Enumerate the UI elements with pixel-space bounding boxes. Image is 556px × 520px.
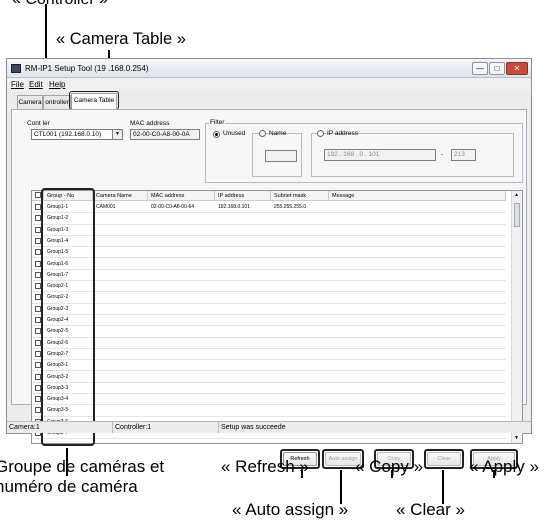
unused-radio[interactable] bbox=[213, 131, 220, 138]
mac-address-cell: 02-00-C0-A8-00-64 bbox=[151, 204, 195, 210]
table-row[interactable]: Group2-2 bbox=[32, 292, 506, 304]
name-label: Name bbox=[269, 130, 287, 137]
menu-help[interactable]: Help bbox=[49, 78, 65, 91]
ip-from-field[interactable]: 192 . 168 . 0 . 101 bbox=[324, 149, 436, 161]
table-row[interactable]: Group3-2 bbox=[32, 372, 506, 383]
ip-to-field[interactable]: 213 bbox=[451, 149, 476, 161]
group-column-highlight bbox=[41, 188, 95, 446]
minimize-button[interactable]: — bbox=[472, 62, 488, 75]
copy-annotation: « Copy » bbox=[355, 457, 424, 476]
ip-range-dash: - bbox=[441, 151, 444, 158]
close-button[interactable]: ✕ bbox=[506, 62, 528, 75]
scroll-up-icon[interactable]: ▲ bbox=[514, 192, 519, 198]
table-row[interactable]: Group2-1 bbox=[32, 281, 506, 293]
chevron-down-icon: ▼ bbox=[112, 130, 122, 139]
clear-pointer-line bbox=[442, 470, 444, 504]
tab-controller[interactable]: ontroller bbox=[43, 95, 71, 109]
table-row[interactable]: Group3-4 bbox=[32, 394, 506, 406]
header-camera-name[interactable]: Camera Name bbox=[93, 191, 148, 201]
camera-name-cell: CAM001 bbox=[96, 204, 116, 210]
table-row[interactable]: Group2-4 bbox=[32, 315, 506, 327]
clear-highlight bbox=[424, 449, 464, 469]
window-title: RM-IP1 Setup Tool (19 .168.0.254) bbox=[25, 64, 149, 73]
table-row[interactable]: Group1-1 CAM001 02-00-C0-A8-00-64 192.168.0… bbox=[32, 202, 506, 214]
status-camera-count: Camera:1 bbox=[7, 422, 113, 433]
table-row[interactable]: Group1-6 bbox=[32, 259, 506, 270]
table-scrollbar[interactable]: ▲ ▼ bbox=[511, 191, 522, 443]
title-bar: RM-IP1 Setup Tool (19 .168.0.254) — □ ✕ bbox=[7, 59, 531, 78]
subnet-mask-cell: 255.255.255.0 bbox=[274, 204, 306, 210]
app-icon bbox=[11, 64, 21, 73]
apply-annotation: « Apply » bbox=[469, 457, 539, 476]
table-row[interactable]: Group1-5 bbox=[32, 247, 506, 259]
table-row[interactable]: Group1-3 bbox=[32, 225, 506, 236]
menu-edit[interactable]: Edit bbox=[29, 78, 43, 91]
name-filter-input[interactable] bbox=[265, 150, 297, 162]
scrollbar-thumb[interactable] bbox=[514, 203, 520, 227]
auto-assign-annotation: « Auto assign » bbox=[232, 500, 349, 519]
tab-camera[interactable]: Camera bbox=[17, 95, 43, 109]
table-row[interactable]: Group3-1 bbox=[32, 360, 506, 372]
menu-bar: File Edit Help bbox=[7, 78, 531, 91]
table-row[interactable]: Group2-3 bbox=[32, 304, 506, 315]
controller-select[interactable]: CTL001 (192.168.0.10) ▼ bbox=[31, 129, 123, 140]
table-row[interactable]: Group2-6 bbox=[32, 338, 506, 349]
status-message: Setup was succeede bbox=[221, 424, 286, 431]
group-annotation-line1: Groupe de caméras et bbox=[0, 457, 165, 476]
camera-table-annotation: « Camera Table » bbox=[56, 30, 186, 48]
camera-table: Group - No Camera Name MAC address IP ad… bbox=[31, 190, 523, 444]
mac-address-field: 02-00-C0-A8-00-0A bbox=[130, 129, 200, 140]
table-row[interactable]: Group3-5 bbox=[32, 405, 506, 417]
name-radio[interactable] bbox=[259, 130, 266, 137]
header-message[interactable]: Message bbox=[329, 191, 506, 201]
table-row[interactable]: Group2-7 bbox=[32, 349, 506, 361]
ip-address-label: IP address bbox=[327, 130, 358, 137]
table-row[interactable]: Group3-3 bbox=[32, 383, 506, 395]
group-annotation-line2: numéro de caméra bbox=[0, 477, 138, 496]
controller-annotation-cut: « Controller » bbox=[12, 0, 108, 9]
auto-assign-pointer-line bbox=[340, 470, 342, 504]
ip-address-cell: 192.168.0.101 bbox=[218, 204, 250, 210]
menu-file[interactable]: File bbox=[11, 78, 24, 91]
setup-tool-window: RM-IP1 Setup Tool (19 .168.0.254) — □ ✕ … bbox=[6, 58, 532, 469]
scroll-down-icon[interactable]: ▼ bbox=[514, 435, 519, 441]
table-row[interactable]: Group1-2 bbox=[32, 213, 506, 225]
maximize-button[interactable]: □ bbox=[489, 62, 505, 75]
status-controller-count: Controller:1 bbox=[113, 422, 219, 433]
header-ip-address[interactable]: IP address bbox=[215, 191, 271, 201]
table-row[interactable]: Group1-7 bbox=[32, 270, 506, 282]
table-row[interactable]: Group2-5 bbox=[32, 326, 506, 338]
ip-address-radio[interactable] bbox=[317, 130, 324, 137]
status-bar: Camera:1 Controller:1 Setup was succeede bbox=[7, 421, 531, 433]
refresh-annotation: « Refresh » bbox=[221, 457, 309, 476]
filter-label: Filter bbox=[209, 119, 226, 126]
header-mac-address[interactable]: MAC address bbox=[148, 191, 215, 201]
mac-address-label: MAC address bbox=[130, 120, 170, 127]
controller-label: Cont ler bbox=[27, 120, 50, 127]
header-subnet-mask[interactable]: Subnet mask bbox=[271, 191, 329, 201]
clear-annotation: « Clear » bbox=[396, 500, 465, 519]
unused-label: Unused bbox=[223, 130, 246, 137]
camera-table-tab-highlight bbox=[69, 91, 119, 110]
table-row[interactable]: Group1-4 bbox=[32, 236, 506, 248]
